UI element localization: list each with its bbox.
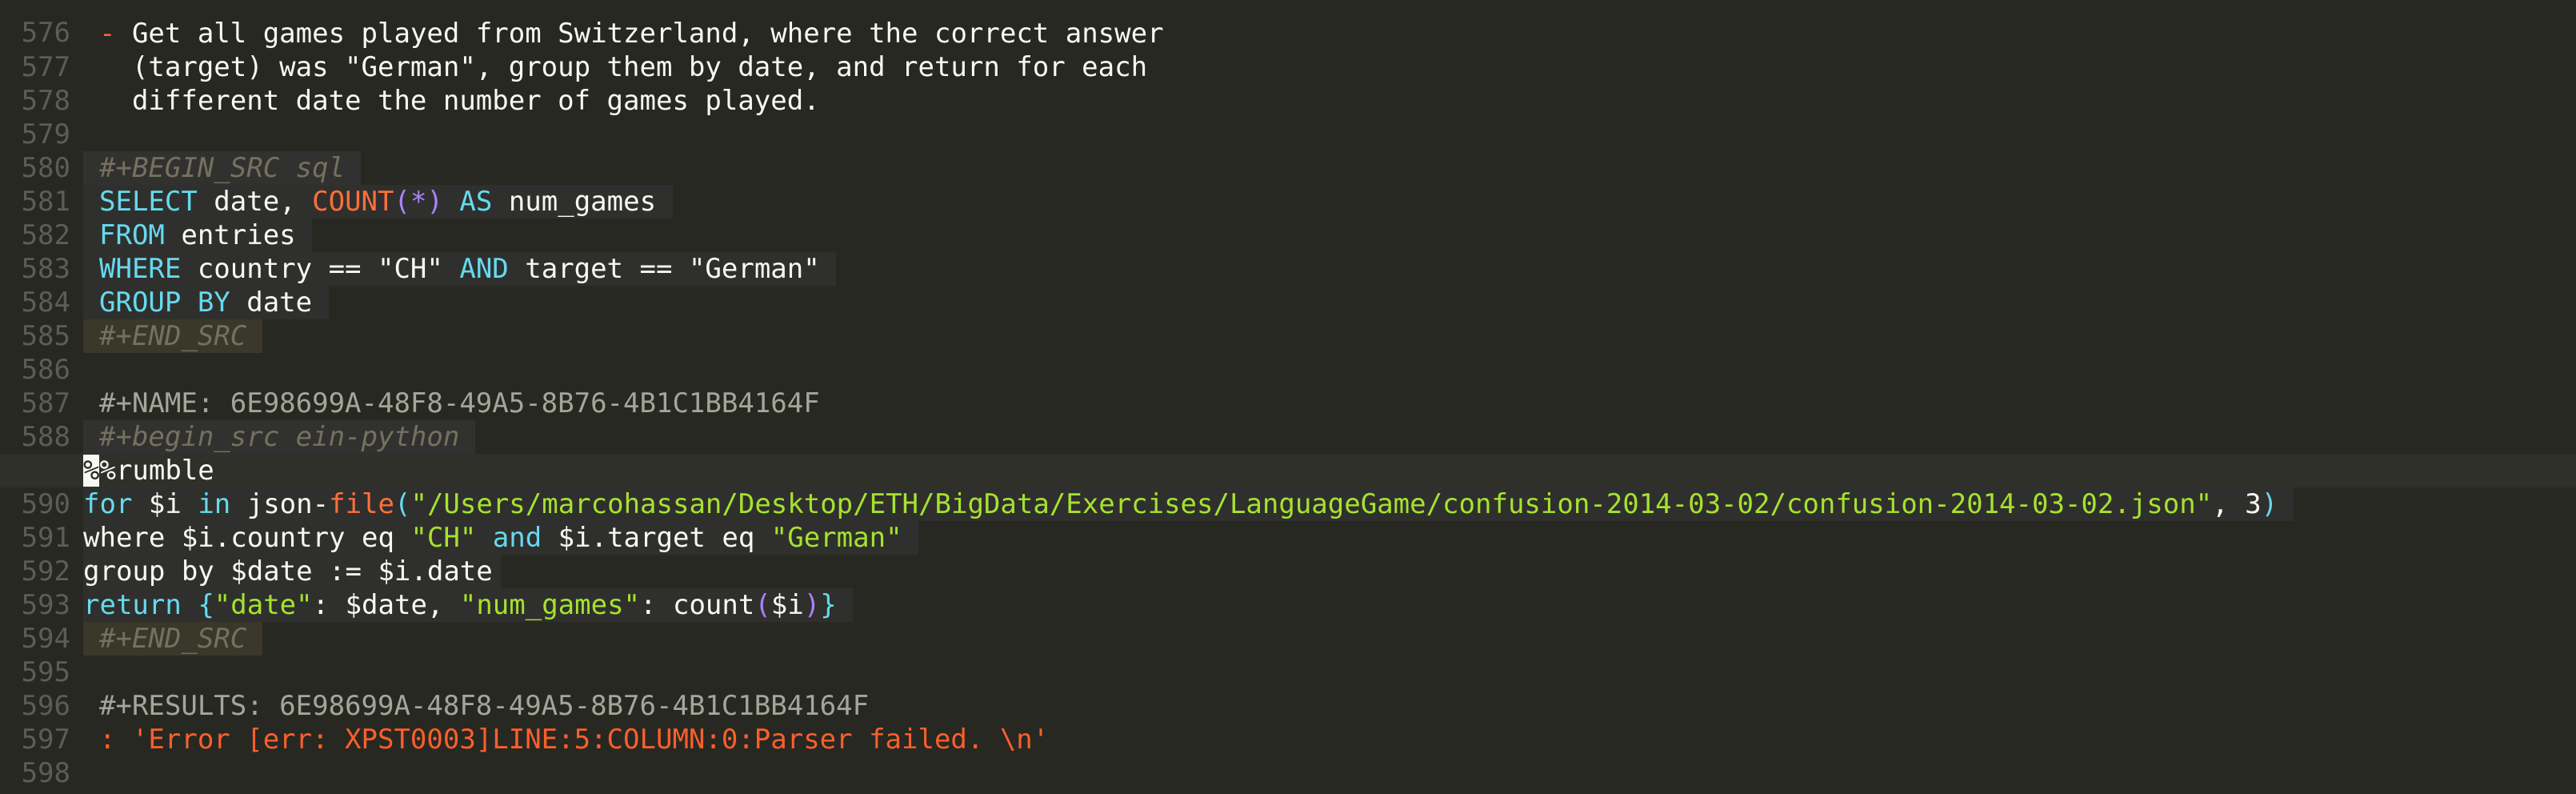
code-token: (*) bbox=[394, 186, 443, 218]
code-token: ) bbox=[2261, 488, 2278, 520]
editor-line[interactable]: 579 different date the number of games p… bbox=[0, 84, 2576, 150]
code-line: where $i.country eq "CH" and $i.target e… bbox=[83, 521, 918, 555]
line-number: 599 bbox=[0, 790, 70, 794]
src-block-begin: #+begin_src ein-python bbox=[83, 420, 476, 454]
code-keyword: and bbox=[492, 522, 542, 554]
editor-line[interactable]: 588 #+NAME: 6E98699A-48F8-49A5-8B76-4B1C… bbox=[0, 387, 2576, 453]
sql-keyword: WHERE bbox=[99, 253, 182, 285]
editor-line[interactable]: 583 FROM entries bbox=[0, 219, 2576, 285]
code-token: $i bbox=[132, 488, 198, 520]
sql-line: GROUP BY date bbox=[83, 286, 329, 319]
code-line: group by $date := $i.date bbox=[83, 555, 501, 588]
code-token: ( bbox=[754, 589, 771, 621]
code-string: "/Users/marcohassan/Desktop/ETH/BigData/… bbox=[410, 488, 2213, 520]
editor-line[interactable]: 594 return {"date": $date, "num_games": … bbox=[0, 588, 2576, 655]
editor-line[interactable]: 595 #+END_SRC bbox=[0, 622, 2576, 688]
code-string: "num_games" bbox=[459, 589, 641, 621]
editor-line[interactable]: 577 - Get all games played from Switzerl… bbox=[0, 17, 2576, 83]
code-token: date, bbox=[197, 186, 313, 218]
list-item-text: Get all games played from Switzerland, w… bbox=[131, 18, 1164, 50]
code-string: "date" bbox=[214, 589, 313, 621]
error-output: : 'Error [err: XPST0003]LINE:5:COLUMN:0:… bbox=[99, 724, 1050, 756]
name-directive: #+NAME: 6E98699A-48F8-49A5-8B76-4B1C1BB4… bbox=[99, 387, 820, 419]
sql-function: COUNT bbox=[312, 186, 394, 218]
code-editor[interactable]: 576 577 - Get all games played from Swit… bbox=[0, 0, 2576, 794]
code-string: "CH" bbox=[410, 522, 477, 554]
editor-line[interactable]: 578 (target) was "German", group them by… bbox=[0, 50, 2576, 117]
begin-src-directive: #+begin_src ein-python bbox=[83, 420, 476, 454]
code-token: , 3 bbox=[2212, 488, 2262, 520]
end-src-directive: #+END_SRC bbox=[83, 622, 263, 656]
editor-line[interactable]: 585 GROUP BY date bbox=[0, 286, 2576, 352]
editor-line[interactable]: 582 SELECT date, COUNT(*) AS num_games bbox=[0, 185, 2576, 251]
code-token: json- bbox=[230, 488, 330, 520]
code-token: target == "German" bbox=[508, 253, 837, 285]
line-text: - Get all games played from Switzerland,… bbox=[99, 17, 1164, 50]
sql-keyword: FROM bbox=[99, 219, 165, 251]
sql-line: FROM entries bbox=[83, 219, 313, 252]
editor-line[interactable]: 599 bbox=[0, 756, 2576, 794]
src-block-begin: #+BEGIN_SRC sql bbox=[83, 151, 362, 185]
list-bullet: - bbox=[99, 18, 132, 50]
code-token: } bbox=[820, 589, 837, 621]
editor-line[interactable]: 591 for $i in json-file("/Users/marcohas… bbox=[0, 487, 2576, 554]
code-token: group by $date := $i.date bbox=[83, 555, 501, 588]
code-line: %%rumble bbox=[83, 454, 214, 487]
src-block-end: #+END_SRC bbox=[83, 622, 263, 656]
sql-keyword: GROUP BY bbox=[99, 287, 230, 319]
line-text: different date the number of games playe… bbox=[99, 85, 820, 117]
editor-line[interactable]: 592 where $i.country eq "CH" and $i.targ… bbox=[0, 521, 2576, 587]
sql-keyword: SELECT bbox=[99, 186, 198, 218]
code-token: where $i.country eq bbox=[83, 522, 411, 554]
code-token: : $date, bbox=[312, 589, 460, 621]
code-token: $i bbox=[770, 589, 804, 621]
editor-line[interactable]: 584 WHERE country == "CH" AND target == … bbox=[0, 252, 2576, 319]
code-token: ) bbox=[803, 589, 821, 621]
editor-line[interactable]: 581 #+BEGIN_SRC sql bbox=[0, 151, 2576, 218]
sql-line: WHERE country == "CH" AND target == "Ger… bbox=[83, 252, 837, 286]
code-string: "German" bbox=[770, 522, 902, 554]
code-token: country == "CH" bbox=[181, 253, 460, 285]
sql-line: SELECT date, COUNT(*) AS num_games bbox=[83, 185, 673, 219]
sql-keyword: AS bbox=[459, 186, 493, 218]
line-text: (target) was "German", group them by dat… bbox=[99, 51, 1148, 83]
editor-line[interactable]: 587 bbox=[0, 353, 2576, 419]
editor-line-current[interactable]: 590 %%rumble bbox=[0, 454, 2576, 520]
results-directive: #+RESULTS: 6E98699A-48F8-49A5-8B76-4B1C1… bbox=[99, 690, 870, 722]
code-function: file bbox=[329, 488, 394, 520]
editor-line[interactable]: 576 bbox=[0, 0, 2576, 49]
code-keyword: return bbox=[83, 589, 182, 621]
code-token: { bbox=[198, 589, 214, 621]
begin-src-directive: #+BEGIN_SRC sql bbox=[83, 151, 362, 185]
code-line: return {"date": $date, "num_games": coun… bbox=[83, 588, 853, 622]
code-token: ( bbox=[394, 488, 411, 520]
code-keyword: in bbox=[198, 488, 231, 520]
editor-line[interactable]: 589 #+begin_src ein-python bbox=[0, 420, 2576, 487]
code-token: : count bbox=[640, 589, 755, 621]
editor-line[interactable]: 596 bbox=[0, 656, 2576, 722]
code-keyword: for bbox=[83, 488, 133, 520]
editor-line[interactable]: 597 #+RESULTS: 6E98699A-48F8-49A5-8B76-4… bbox=[0, 689, 2576, 756]
code-line: for $i in json-file("/Users/marcohassan/… bbox=[83, 487, 2294, 521]
code-token: $i.target eq bbox=[542, 522, 771, 554]
editor-line[interactable]: 586 #+END_SRC bbox=[0, 319, 2576, 386]
text-cursor[interactable]: % bbox=[83, 455, 100, 487]
src-block-end: #+END_SRC bbox=[83, 319, 263, 353]
end-src-directive: #+END_SRC bbox=[83, 319, 263, 353]
sql-keyword: AND bbox=[459, 253, 509, 285]
editor-line[interactable]: 598 : 'Error [err: XPST0003]LINE:5:COLUM… bbox=[0, 723, 2576, 789]
editor-line[interactable]: 593 group by $date := $i.date bbox=[0, 555, 2576, 621]
code-token: date bbox=[230, 287, 329, 319]
editor-line[interactable]: 580 bbox=[0, 118, 2576, 184]
code-token: num_games bbox=[492, 186, 673, 218]
code-token: entries bbox=[164, 219, 313, 251]
code-token: %rumble bbox=[99, 455, 214, 487]
